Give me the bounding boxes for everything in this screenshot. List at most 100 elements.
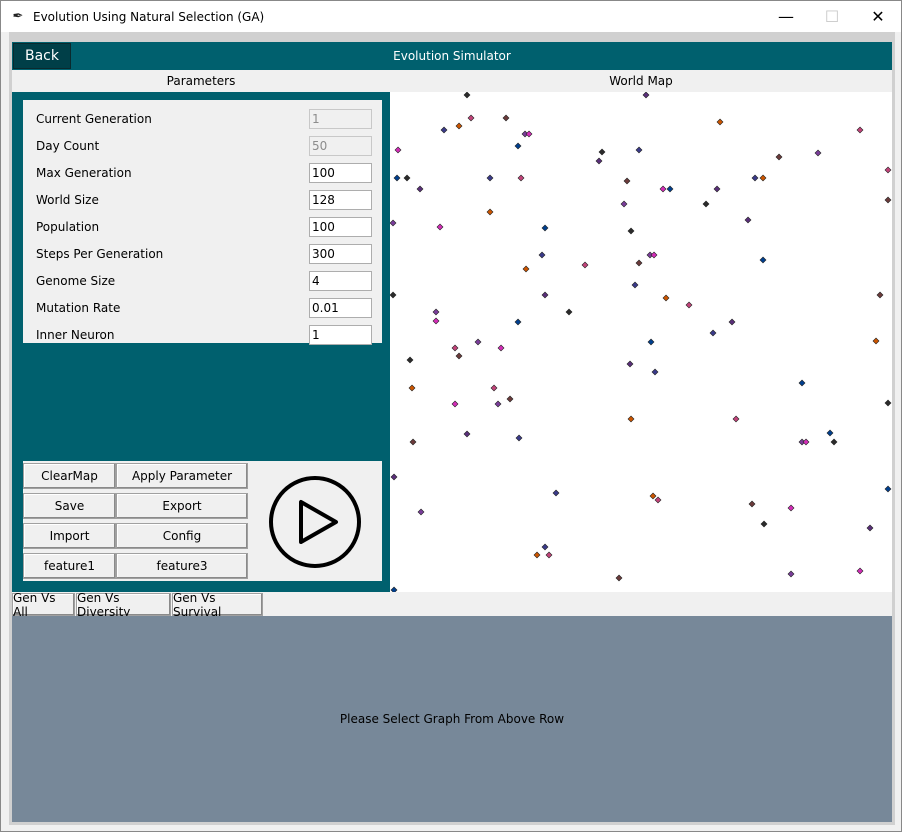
clearmap-button[interactable]: ClearMap [23,463,116,489]
organism-marker [759,174,767,182]
organism-marker [713,185,721,193]
organism-marker [390,291,397,299]
organism-marker [533,551,541,559]
organism-marker [565,308,573,316]
organism-marker [751,174,759,182]
tab-gen-vs-survival[interactable]: Gen Vs Survival [172,591,263,619]
param-label: Population [36,220,100,234]
param-day-count: Day Count [23,133,382,160]
organism-marker [455,122,463,130]
organism-marker [732,415,740,423]
param-label: Day Count [36,139,100,153]
day-count-field [309,136,372,156]
apply-parameter-button[interactable]: Apply Parameter [116,463,248,489]
organism-marker [581,261,589,269]
export-button[interactable]: Export [116,493,248,519]
organism-marker [514,142,522,150]
save-button[interactable]: Save [23,493,116,519]
organism-marker [406,356,414,364]
organism-marker [515,434,523,442]
feature1-button[interactable]: feature1 [23,553,116,579]
play-button[interactable] [268,475,362,569]
parameter-form: Current Generation Day Count Max Generat… [23,100,382,345]
organism-marker [409,438,417,446]
genome-size-field[interactable] [309,271,372,291]
population-field[interactable] [309,217,372,237]
steps-per-generation-field[interactable] [309,244,372,264]
feature3-button[interactable]: feature3 [116,553,248,579]
organism-marker [876,291,884,299]
organism-marker [884,399,892,407]
param-max-generation: Max Generation [23,160,382,187]
window-controls: — ☐ ✕ [763,1,901,32]
param-label: Inner Neuron [36,328,115,342]
maximize-button[interactable]: ☐ [809,1,855,32]
organism-marker [830,438,838,446]
window-title: Evolution Using Natural Selection (GA) [33,9,265,24]
organism-marker [490,384,498,392]
parameters-panel: Current Generation Day Count Max Generat… [12,92,390,592]
action-buttons: ClearMap Apply Parameter Save Export Imp… [23,461,382,581]
config-button[interactable]: Config [116,523,248,549]
param-label: Max Generation [36,166,132,180]
organism-marker [486,174,494,182]
graph-placeholder-message: Please Select Graph From Above Row [339,712,565,726]
minimize-button[interactable]: — [763,1,809,32]
organism-marker [884,166,892,174]
organism-marker [654,496,662,504]
play-circle-icon [269,476,361,568]
organism-marker [541,224,549,232]
organism-marker [728,318,736,326]
inner-neuron-field[interactable] [309,325,372,345]
organism-marker [649,492,657,500]
back-button[interactable]: Back [13,43,71,69]
import-button[interactable]: Import [23,523,116,549]
organism-marker [627,227,635,235]
organism-marker [598,148,606,156]
organism-marker [716,118,724,126]
organism-marker [541,543,549,551]
organism-marker [826,429,834,437]
title-bar: ✒ Evolution Using Natural Selection (GA)… [1,1,901,32]
organism-marker [620,200,628,208]
world-map[interactable] [390,92,892,592]
organism-marker [647,338,655,346]
organism-marker [884,485,892,493]
graph-area: Please Select Graph From Above Row [12,616,892,822]
tab-gen-vs-all[interactable]: Gen Vs All [12,591,75,619]
param-population: Population [23,214,382,241]
organism-marker [775,153,783,161]
organism-marker [432,317,440,325]
close-button[interactable]: ✕ [855,1,901,32]
param-label: Steps Per Generation [36,247,164,261]
organism-marker [662,294,670,302]
organism-marker [538,251,546,259]
organism-marker [436,223,444,231]
organism-marker [623,177,631,185]
organism-marker [866,524,874,532]
organism-marker [650,251,658,259]
app-title: Evolution Simulator [393,49,511,63]
organism-marker [635,259,643,267]
organism-marker [759,256,767,264]
client-area: Evolution Simulator Back Parameters Worl… [9,32,895,825]
organism-marker [432,308,440,316]
max-generation-field[interactable] [309,163,372,183]
organism-marker [486,208,494,216]
param-label: Mutation Rate [36,301,121,315]
world-size-field[interactable] [309,190,372,210]
organism-marker [685,301,693,309]
organism-marker [440,126,448,134]
mutation-rate-field[interactable] [309,298,372,318]
tab-gen-vs-diversity[interactable]: Gen Vs Diversity [76,591,171,619]
world-map-canvas [390,92,892,592]
organism-marker [525,130,533,138]
organism-marker [748,500,756,508]
organism-marker [856,567,864,575]
current-generation-field [309,109,372,129]
organism-marker [884,196,892,204]
organism-marker [642,92,650,99]
organism-marker [814,149,822,157]
param-inner-neuron: Inner Neuron [23,322,382,349]
organism-marker [595,157,603,165]
